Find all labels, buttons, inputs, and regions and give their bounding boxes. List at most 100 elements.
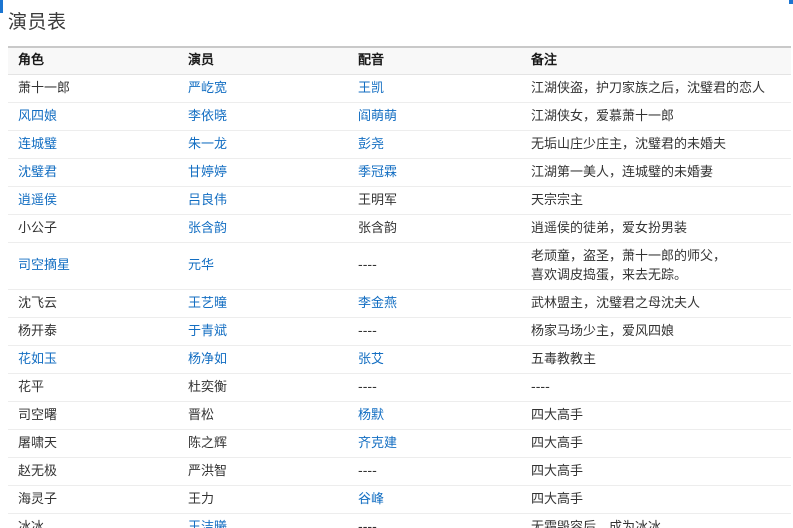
column-header-note: 备注 xyxy=(531,53,558,68)
note-cell: 无垢山庄少庄主，沈璧君的未婚夫 xyxy=(521,130,791,159)
voice-link[interactable]: 杨默 xyxy=(358,408,384,423)
role-text: 沈飞云 xyxy=(18,295,58,311)
note-text: 江湖侠盗，护刀家族之后，沈璧君的恋人 xyxy=(531,81,766,96)
actor-text: 晋松 xyxy=(188,407,215,423)
table-row: 屠啸天 陈之辉 齐克建 四大高手 xyxy=(8,429,791,458)
role-link[interactable]: 花如玉 xyxy=(18,352,57,367)
actor-link[interactable]: 王洁曦 xyxy=(188,520,227,528)
blue-cursor-artifact-top-right xyxy=(789,0,793,4)
voice-cell: 阎萌萌 xyxy=(348,102,521,131)
voice-link[interactable]: 阎萌萌 xyxy=(358,109,397,124)
role-cell: 花平 xyxy=(8,373,178,402)
actor-link[interactable]: 李依晓 xyxy=(188,109,227,124)
actor-cell: 严洪智 xyxy=(178,457,348,486)
role-text: 司空曙 xyxy=(18,407,58,423)
role-text: 萧十一郎 xyxy=(18,80,71,96)
actor-cell: 杜奕衡 xyxy=(178,373,348,402)
voice-cell: 谷峰 xyxy=(348,485,521,514)
table-row: 逍遥侯 吕良伟 王明军 天宗宗主 xyxy=(8,186,791,215)
role-cell: 花如玉 xyxy=(8,345,178,374)
voice-cell: ---- xyxy=(348,373,521,402)
actor-cell: 王洁曦 xyxy=(178,513,348,528)
voice-cell: 张艾 xyxy=(348,345,521,374)
table-row: 冰冰 王洁曦 ---- 无霜毁容后，成为冰冰 xyxy=(8,513,791,528)
actor-link[interactable]: 严屹宽 xyxy=(188,81,227,96)
role-cell: 连城璧 xyxy=(8,130,178,159)
note-text: 五毒教教主 xyxy=(531,352,597,367)
role-link[interactable]: 风四娘 xyxy=(18,109,57,124)
table-row: 花如玉 杨净如 张艾 五毒教教主 xyxy=(8,345,791,374)
note-cell: 江湖侠盗，护刀家族之后，沈璧君的恋人 xyxy=(521,74,791,103)
note-text: 四大高手 xyxy=(531,408,584,423)
note-cell: 杨家马场少主，爱风四娘 xyxy=(521,317,791,346)
role-cell: 沈飞云 xyxy=(8,289,178,318)
voice-link[interactable]: 季冠霖 xyxy=(358,165,397,180)
table-row: 小公子 张含韵 张含韵 逍遥侯的徒弟，爱女扮男装 xyxy=(8,214,791,243)
cast-table: 角色 演员 配音 备注 萧十一郎 严屹宽 王凯 江湖侠盗，护刀家族之后，沈璧君的恋人风… xyxy=(8,46,791,528)
note-cell: 逍遥侯的徒弟，爱女扮男装 xyxy=(521,214,791,243)
actor-cell: 元华 xyxy=(178,242,348,290)
role-text: 冰冰 xyxy=(18,519,45,528)
actor-link[interactable]: 吕良伟 xyxy=(188,193,227,208)
role-link[interactable]: 司空摘星 xyxy=(18,258,70,273)
note-cell: 老顽童，盗圣，萧十一郎的师父， 喜欢调皮捣蛋，来去无踪。 xyxy=(521,242,791,290)
table-row: 司空曙 晋松 杨默 四大高手 xyxy=(8,401,791,430)
actor-cell: 严屹宽 xyxy=(178,74,348,103)
role-text: 屠啸天 xyxy=(18,435,58,451)
actor-link[interactable]: 元华 xyxy=(188,258,214,273)
voice-text: ---- xyxy=(358,519,377,528)
role-cell: 司空曙 xyxy=(8,401,178,430)
note-text: 逍遥侯的徒弟，爱女扮男装 xyxy=(531,221,688,236)
note-text: 老顽童，盗圣，萧十一郎的师父， xyxy=(531,249,727,264)
column-header-actor: 演员 xyxy=(188,53,215,68)
voice-text: ---- xyxy=(358,463,377,479)
voice-link[interactable]: 张艾 xyxy=(358,352,384,367)
role-link[interactable]: 逍遥侯 xyxy=(18,193,57,208)
role-link[interactable]: 连城璧 xyxy=(18,137,57,152)
voice-cell: ---- xyxy=(348,242,521,290)
voice-cell: ---- xyxy=(348,317,521,346)
note-cell: 江湖侠女，爱慕萧十一郎 xyxy=(521,102,791,131)
page: 演员表 角色 演员 配音 备注 萧十一郎 严屹宽 王凯 江湖侠盗，护刀家族之后，沈璧君… xyxy=(0,0,793,528)
role-link[interactable]: 沈璧君 xyxy=(18,165,57,180)
table-row: 杨开泰 于青斌 ---- 杨家马场少主，爱风四娘 xyxy=(8,317,791,346)
voice-cell: 王明军 xyxy=(348,186,521,215)
voice-cell: 季冠霖 xyxy=(348,158,521,187)
voice-link[interactable]: 李金燕 xyxy=(358,296,397,311)
voice-text: ---- xyxy=(358,323,377,339)
table-row: 海灵子 王力 谷峰 四大高手 xyxy=(8,485,791,514)
voice-link[interactable]: 齐克建 xyxy=(358,436,397,451)
table-row: 沈飞云 王艺曈 李金燕 武林盟主，沈璧君之母沈夫人 xyxy=(8,289,791,318)
voice-link[interactable]: 王凯 xyxy=(358,81,384,96)
note-cell: 五毒教教主 xyxy=(521,345,791,374)
voice-link[interactable]: 彭尧 xyxy=(358,137,384,152)
voice-cell: 彭尧 xyxy=(348,130,521,159)
role-cell: 冰冰 xyxy=(8,513,178,528)
note-text: 无垢山庄少庄主，沈璧君的未婚夫 xyxy=(531,137,727,152)
table-row: 司空摘星 元华 ---- 老顽童，盗圣，萧十一郎的师父， 喜欢调皮捣蛋，来去无踪。 xyxy=(8,242,791,290)
actor-link[interactable]: 王艺曈 xyxy=(188,296,227,311)
actor-link[interactable]: 杨净如 xyxy=(188,352,227,367)
actor-link[interactable]: 甘婷婷 xyxy=(188,165,227,180)
actor-link[interactable]: 于青斌 xyxy=(188,324,227,339)
actor-cell: 于青斌 xyxy=(178,317,348,346)
note-text: 江湖侠女，爱慕萧十一郎 xyxy=(531,109,675,124)
actor-link[interactable]: 朱一龙 xyxy=(188,137,227,152)
column-header-role: 角色 xyxy=(18,53,45,68)
actor-cell: 吕良伟 xyxy=(178,186,348,215)
voice-text: 张含韵 xyxy=(358,220,398,236)
voice-link[interactable]: 谷峰 xyxy=(358,492,384,507)
blue-cursor-artifact-top-left xyxy=(0,0,3,13)
role-cell: 屠啸天 xyxy=(8,429,178,458)
note-cell: ---- xyxy=(521,373,791,402)
table-row: 风四娘 李依晓 阎萌萌 江湖侠女，爱慕萧十一郎 xyxy=(8,102,791,131)
table-row: 连城璧 朱一龙 彭尧 无垢山庄少庄主，沈璧君的未婚夫 xyxy=(8,130,791,159)
note-cell: 江湖第一美人，连城璧的未婚妻 xyxy=(521,158,791,187)
voice-cell: ---- xyxy=(348,457,521,486)
role-cell: 海灵子 xyxy=(8,485,178,514)
role-text: 花平 xyxy=(18,379,45,395)
actor-cell: 晋松 xyxy=(178,401,348,430)
actor-link[interactable]: 张含韵 xyxy=(188,221,227,236)
note-text: 四大高手 xyxy=(531,492,584,507)
note-text: 天宗宗主 xyxy=(531,193,584,208)
